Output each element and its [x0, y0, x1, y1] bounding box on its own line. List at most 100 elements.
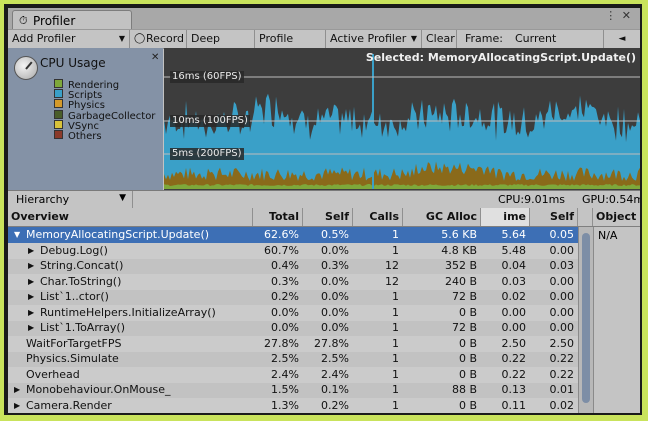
active-profiler-dropdown[interactable]: Active Profiler ▼ [326, 30, 422, 48]
row-selfms: 0.05 [549, 228, 575, 241]
legend-item[interactable]: Others [54, 130, 102, 142]
legend-item[interactable]: VSync [54, 119, 99, 131]
column-header-gc-alloc[interactable]: GC Alloc [403, 208, 481, 226]
table-row[interactable]: ▶ RuntimeHelpers.InitializeArray() 0.0% 0.0… [8, 304, 578, 321]
expand-right-icon[interactable]: ▶ [28, 258, 34, 274]
hierarchy-bar: Hierarchy ▼ CPU:9.01ms GPU:0.54ms [8, 190, 640, 209]
row-self: 0.5% [321, 228, 349, 241]
row-total: 2.4% [271, 367, 299, 381]
record-icon: ◯ [134, 33, 146, 44]
column-header-time-ms[interactable]: ime ms [481, 208, 530, 241]
window-menu-icon[interactable]: ⋮ ✕ [605, 9, 632, 22]
row-self: 0.0% [321, 274, 349, 288]
row-total: 0.0% [271, 321, 299, 334]
row-total: 2.5% [271, 352, 299, 365]
tab-profiler[interactable]: ⏱ Profiler [12, 10, 132, 30]
expand-right-icon[interactable]: ▶ [28, 243, 34, 259]
row-self: 0.3% [321, 259, 349, 272]
gpu-time: GPU:0.54ms [582, 193, 640, 206]
chevron-down-icon: ▼ [410, 34, 417, 43]
table-row[interactable]: ▶ Debug.Log() 60.7% 0.0% 1 4.8 KB 5.48 0.00 [8, 242, 578, 259]
column-header-self[interactable]: Self [303, 208, 353, 226]
row-time: 5.48 [501, 243, 527, 257]
tab-strip: ⏱ Profiler ⋮ ✕ [8, 8, 640, 30]
table-scrollbar[interactable] [578, 227, 593, 413]
expand-right-icon[interactable]: ▶ [14, 382, 20, 398]
row-gc: 88 B [451, 383, 477, 396]
expand-down-icon[interactable]: ▼ [14, 227, 20, 243]
row-self: 0.0% [321, 305, 349, 319]
row-selfms: 0.22 [549, 352, 575, 365]
expand-right-icon[interactable]: ▶ [28, 305, 34, 321]
column-header-self-ms[interactable]: Self ms [530, 208, 578, 241]
table-row[interactable]: ▶ List`1.ToArray() 0.0% 0.0% 1 72 B 0.00 0.00 [8, 320, 578, 336]
row-name: Overhead [26, 367, 80, 381]
expand-right-icon[interactable]: ▶ [28, 289, 34, 305]
table-header: Overview Total Self Calls GC Alloc ime m… [8, 208, 640, 241]
expand-right-icon[interactable]: ▶ [14, 398, 20, 414]
table-row[interactable]: ▶ Monobehaviour.OnMouse_ 1.5% 0.1% 1 88 B 0.13… [8, 382, 578, 398]
toolbar: Add Profiler ▼ ◯ Record Deep Profile Pro… [8, 29, 640, 63]
row-time: 2.50 [501, 336, 527, 350]
clear-button[interactable]: Clear [422, 30, 457, 48]
close-icon[interactable]: ✕ [151, 52, 159, 63]
table-row[interactable]: Physics.Simulate 2.5% 2.5% 1 0 B 0.22 0.22 [8, 351, 578, 367]
row-calls: 1 [392, 367, 399, 381]
table-row[interactable]: ▶ Camera.Render 1.3% 0.2% 1 0 B 0.11 0.02 [8, 397, 578, 414]
row-gc: 0 B [458, 336, 477, 350]
table-row[interactable]: Overhead 2.4% 2.4% 1 0 B 0.22 0.22 [8, 366, 578, 383]
row-selfms: 2.50 [549, 336, 575, 350]
record-button[interactable]: ◯ Record [130, 30, 187, 48]
column-header-object[interactable]: Object [593, 208, 640, 226]
row-gc: 0 B [458, 367, 477, 381]
row-self: 0.2% [321, 398, 349, 412]
row-name: Camera.Render [26, 398, 112, 412]
row-calls: 12 [385, 274, 399, 288]
add-profiler-label: Add Profiler [12, 32, 76, 45]
deep-profile-button[interactable]: Deep Profile [187, 30, 255, 63]
row-selfms: 0.00 [549, 243, 575, 257]
hierarchy-dropdown[interactable]: Hierarchy ▼ [8, 191, 133, 208]
profile-editor-button[interactable]: Profile Editor [255, 30, 326, 63]
legend-item[interactable]: Physics [54, 99, 105, 111]
row-self: 2.4% [321, 367, 349, 381]
column-header-total[interactable]: Total [253, 208, 303, 226]
row-total: 0.4% [271, 259, 299, 272]
expand-right-icon[interactable]: ▶ [28, 320, 34, 336]
scrollbar-thumb[interactable] [582, 233, 590, 403]
row-self: 2.5% [321, 352, 349, 365]
prev-frame-button[interactable]: ◄ [603, 30, 640, 48]
row-calls: 1 [392, 383, 399, 396]
expand-right-icon[interactable]: ▶ [28, 274, 34, 290]
row-selfms: 0.00 [549, 305, 575, 319]
table-row[interactable]: ▼ MemoryAllocatingScript.Update() 62.6% 0.5… [8, 227, 578, 243]
graph-line-label-16ms: 16ms (60FPS) [170, 71, 244, 83]
table-row[interactable]: ▶ List`1..ctor() 0.2% 0.0% 1 72 B 0.02 0.00 [8, 289, 578, 305]
row-time: 0.00 [501, 305, 527, 319]
legend-item[interactable]: GarbageCollector [54, 109, 155, 121]
object-value: N/A [598, 229, 618, 242]
legend-swatch [54, 79, 63, 88]
chevron-down-icon: ▼ [118, 34, 125, 43]
add-profiler-dropdown[interactable]: Add Profiler ▼ [8, 30, 130, 48]
row-selfms: 0.00 [549, 274, 575, 288]
table-row[interactable]: ▶ Char.ToString() 0.3% 0.0% 12 240 B 0.03 0.00 [8, 273, 578, 290]
selected-label: Selected: MemoryAllocatingScript.Update(… [365, 51, 636, 64]
legend-item[interactable]: Scripts [54, 89, 102, 101]
row-self: 27.8% [314, 336, 349, 350]
row-time: 0.22 [501, 367, 527, 381]
table-row[interactable]: WaitForTargetFPS 27.8% 27.8% 1 0 B 2.50 2.50 [8, 335, 578, 352]
table-row[interactable]: ▶ String.Concat() 0.4% 0.3% 12 352 B 0.04 0.03 [8, 258, 578, 274]
legend-item[interactable]: Rendering [54, 79, 119, 91]
column-header-overview[interactable]: Overview [8, 208, 253, 226]
cpu-graph[interactable]: Selected: MemoryAllocatingScript.Update(… [164, 48, 640, 190]
frame-indicator: Frame: Current [457, 30, 603, 48]
row-selfms: 0.03 [549, 259, 575, 272]
cpu-time: CPU:9.01ms [498, 193, 566, 206]
column-header-calls[interactable]: Calls [353, 208, 403, 226]
record-label: Record [146, 32, 185, 45]
row-gc: 240 B [444, 274, 477, 288]
row-self: 0.0% [321, 290, 349, 303]
row-gc: 5.6 KB [441, 228, 477, 241]
row-name: Char.ToString() [40, 274, 122, 288]
